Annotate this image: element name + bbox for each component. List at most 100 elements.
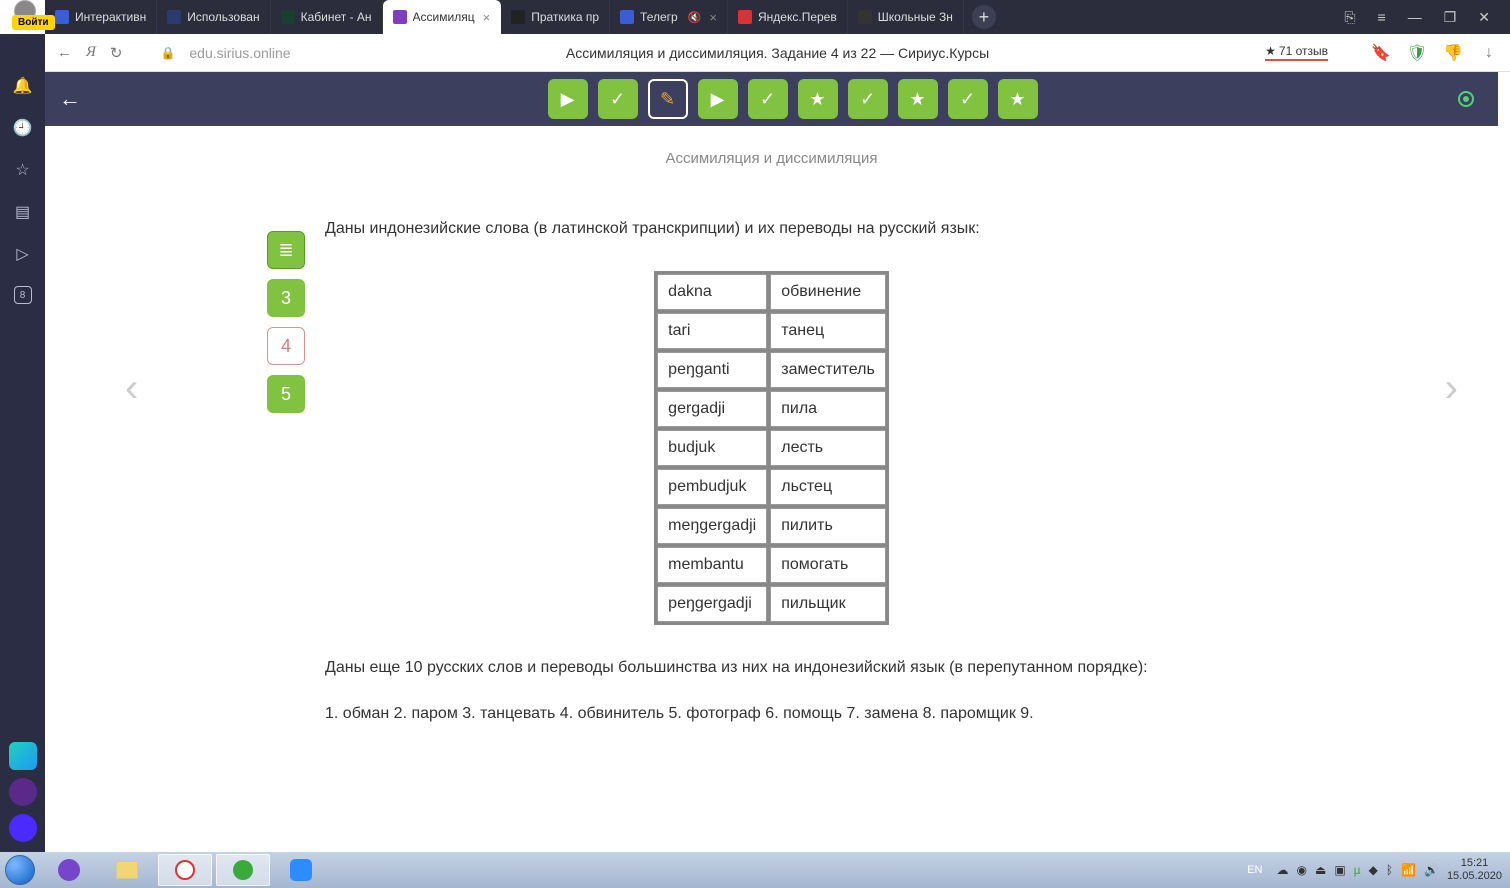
favicon-icon: [858, 10, 872, 24]
menu-icon[interactable]: ≡: [1378, 9, 1386, 25]
tab-7[interactable]: Яндекс.Перев: [728, 0, 848, 34]
tab-2[interactable]: Использован: [157, 0, 270, 34]
launcher-2-icon[interactable]: [9, 778, 37, 806]
progress-check-2[interactable]: ✓: [598, 79, 638, 119]
content-area: Ассимиляция и диссимиляция ‹ › ≣ 3 4 5 Д…: [45, 126, 1498, 852]
tray-bluetooth-icon[interactable]: ᛒ: [1386, 863, 1393, 877]
start-button[interactable]: [0, 852, 40, 888]
url-text[interactable]: edu.sirius.online: [189, 45, 290, 61]
favorites-icon[interactable]: ☆: [15, 160, 29, 180]
bell-icon[interactable]: 🔔: [13, 76, 33, 96]
taskbar-app-zoom[interactable]: [274, 854, 328, 886]
favicon-icon: [738, 10, 752, 24]
launcher-1-icon[interactable]: [9, 742, 37, 770]
progress-row: ▶ ✓ ✎ ▶ ✓ ★ ✓ ★ ✓ ★: [548, 79, 1038, 119]
close-icon[interactable]: ×: [483, 10, 491, 25]
panel-icon[interactable]: ⎘: [1344, 9, 1355, 26]
feedback-icon[interactable]: 👎: [1444, 44, 1462, 62]
progress-check-5[interactable]: ✓: [748, 79, 788, 119]
close-window-icon[interactable]: ✕: [1478, 9, 1490, 26]
status-indicator-icon[interactable]: [1458, 91, 1474, 107]
rating-badge[interactable]: ★ 71 отзыв: [1265, 44, 1328, 61]
extension-shield-icon[interactable]: 🛡: [1408, 44, 1426, 62]
bookmark-icon[interactable]: 🔖: [1372, 44, 1390, 62]
russian-cell: льстец: [770, 469, 886, 505]
tray-usb-icon[interactable]: ⏏: [1315, 863, 1326, 877]
table-row: peŋgergadjiпильщик: [657, 586, 886, 622]
taskbar-app-explorer[interactable]: [100, 854, 154, 886]
taskbar-clock[interactable]: 15:21 15.05.2020: [1447, 857, 1502, 883]
tray-cloud-icon[interactable]: ☁: [1277, 863, 1289, 877]
tray-utorrent-icon[interactable]: µ: [1354, 863, 1361, 877]
course-header: ← ▶ ✓ ✎ ▶ ✓ ★ ✓ ★ ✓ ★: [45, 72, 1498, 126]
page-title: Ассимиляция и диссимиляция. Задание 4 из…: [566, 45, 989, 61]
russian-cell: заместитель: [770, 352, 886, 388]
launcher-3-icon[interactable]: [9, 814, 37, 842]
badge-count[interactable]: 8: [14, 286, 32, 304]
taskbar-app-utorrent[interactable]: [216, 854, 270, 886]
tray-app-icon[interactable]: ▣: [1334, 863, 1345, 877]
windows-icon: [5, 855, 35, 885]
taskbar-app-browser[interactable]: [158, 854, 212, 886]
browser-tabs-bar: Интерактивн Использован Кабинет - Ан Асс…: [45, 0, 1510, 34]
tab-1[interactable]: Интерактивн: [45, 0, 157, 34]
yandex-icon[interactable]: Я: [86, 44, 96, 61]
indonesian-cell: pembudjuk: [657, 469, 767, 505]
progress-star-6[interactable]: ★: [798, 79, 838, 119]
progress-current-3[interactable]: ✎: [648, 79, 688, 119]
star-icon: ★: [1265, 44, 1276, 58]
collections-icon[interactable]: ▤: [15, 202, 30, 222]
tray-shield-icon[interactable]: ◆: [1369, 863, 1378, 877]
windows-taskbar: EN ☁ ◉ ⏏ ▣ µ ◆ ᛒ 📶 🔊 15:21 15.05.2020: [0, 852, 1510, 888]
progress-check-7[interactable]: ✓: [848, 79, 888, 119]
indonesian-cell: budjuk: [657, 430, 767, 466]
tab-4-active[interactable]: Ассимиляц×: [383, 0, 502, 34]
russian-cell: пилить: [770, 508, 886, 544]
mute-icon[interactable]: 🔇: [688, 11, 702, 24]
progress-play-4[interactable]: ▶: [698, 79, 738, 119]
maximize-icon[interactable]: ❐: [1444, 9, 1457, 26]
favicon-icon: [167, 10, 181, 24]
lock-icon[interactable]: 🔒: [160, 46, 175, 60]
table-row: tariтанец: [657, 313, 886, 349]
favicon-icon: [55, 10, 69, 24]
indonesian-cell: gergadji: [657, 391, 767, 427]
language-indicator[interactable]: EN: [1247, 864, 1262, 876]
table-row: meŋgergadjiпилить: [657, 508, 886, 544]
intro-text: Даны индонезийские слова (в латинской тр…: [325, 217, 1218, 241]
indonesian-cell: dakna: [657, 274, 767, 310]
login-button[interactable]: Войти: [12, 15, 55, 30]
tray-network-icon[interactable]: 📶: [1401, 863, 1416, 877]
table-row: gergadjiпила: [657, 391, 886, 427]
tray-volume-icon[interactable]: 🔊: [1424, 863, 1439, 877]
tab-6[interactable]: Телегр🔇×: [610, 0, 728, 34]
table-row: daknaобвинение: [657, 274, 886, 310]
history-icon[interactable]: 🕘: [13, 118, 33, 138]
download-icon[interactable]: ↓: [1480, 44, 1498, 62]
close-icon[interactable]: ×: [709, 10, 717, 25]
progress-star-8[interactable]: ★: [898, 79, 938, 119]
progress-play-1[interactable]: ▶: [548, 79, 588, 119]
music-icon[interactable]: ▷: [16, 244, 28, 264]
progress-star-10[interactable]: ★: [998, 79, 1038, 119]
russian-cell: пила: [770, 391, 886, 427]
reload-icon[interactable]: ↻: [110, 44, 123, 62]
russian-cell: пильщик: [770, 586, 886, 622]
taskbar-app-yandex[interactable]: [42, 854, 96, 886]
favicon-icon: [511, 10, 525, 24]
favicon-icon: [281, 10, 295, 24]
indonesian-cell: meŋgergadji: [657, 508, 767, 544]
indonesian-cell: tari: [657, 313, 767, 349]
new-tab-button[interactable]: +: [972, 5, 996, 29]
section-title: Ассимиляция и диссимиляция: [45, 150, 1498, 167]
russian-cell: обвинение: [770, 274, 886, 310]
minimize-icon[interactable]: —: [1408, 9, 1422, 25]
course-back-icon[interactable]: ←: [59, 86, 81, 112]
russian-cell: помогать: [770, 547, 886, 583]
tab-8[interactable]: Школьные Зн: [848, 0, 964, 34]
tab-5[interactable]: Праткика пр: [501, 0, 610, 34]
back-icon[interactable]: ←: [57, 44, 72, 61]
progress-check-9[interactable]: ✓: [948, 79, 988, 119]
tray-browser-icon[interactable]: ◉: [1297, 863, 1307, 877]
tab-3[interactable]: Кабинет - Ан: [271, 0, 383, 34]
